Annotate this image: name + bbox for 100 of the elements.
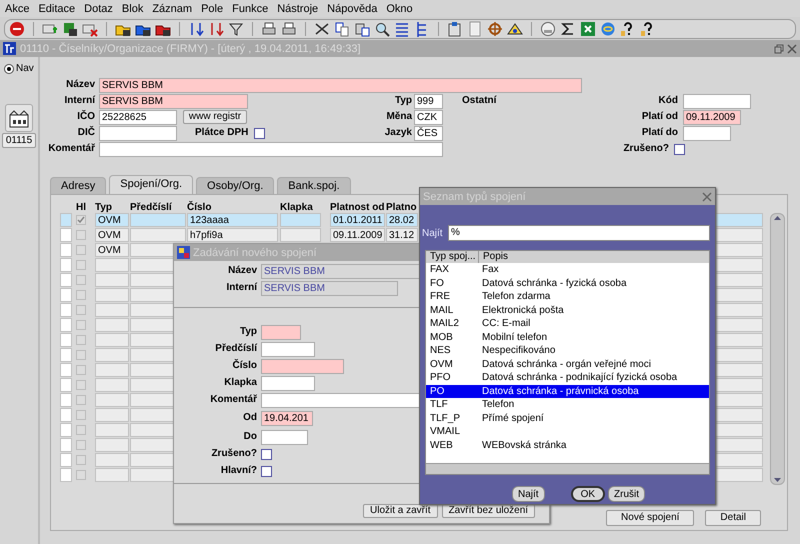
menu-item[interactable]: Nástroje (277, 2, 318, 14)
row-selector[interactable] (60, 393, 72, 407)
row-selector[interactable] (60, 273, 72, 287)
list-row[interactable]: FO Datová schránka - fyzická osoba (426, 276, 709, 290)
menu-item[interactable]: Pole (201, 2, 224, 14)
close-icon[interactable] (787, 44, 797, 54)
triangle-icon[interactable] (507, 21, 523, 37)
row-selector[interactable] (60, 303, 72, 317)
checkbox[interactable] (76, 260, 86, 270)
row-selector[interactable] (60, 438, 72, 452)
menu-item[interactable]: Blok (122, 2, 144, 14)
row-selector[interactable] (60, 378, 72, 392)
text-field[interactable] (99, 126, 177, 141)
row-selector[interactable] (60, 243, 72, 257)
text-field[interactable]: SERVIS BBM (99, 78, 582, 93)
list-row[interactable]: NES Nespecifikováno (426, 344, 709, 358)
checkbox[interactable] (76, 290, 86, 300)
search-field[interactable]: % (448, 225, 710, 241)
paste-icon[interactable] (354, 21, 370, 37)
checkbox[interactable] (76, 215, 86, 225)
menu-item[interactable]: Editace (38, 2, 76, 14)
text-field[interactable] (261, 376, 315, 391)
menu-item[interactable]: Nápověda (327, 2, 378, 14)
checkbox[interactable] (76, 470, 86, 480)
list-row[interactable]: PFO Datová schránka - podnikající fyzická osoba (426, 371, 709, 384)
text-field[interactable]: 19.04.201 (261, 411, 313, 426)
row-selector[interactable] (60, 318, 72, 332)
checkbox[interactable] (76, 245, 86, 255)
menu-item[interactable]: Záznam (152, 2, 192, 14)
checkbox[interactable] (76, 410, 86, 420)
tab[interactable]: Bank.spoj. (277, 177, 351, 194)
list-row[interactable]: PO Datová schránka - právnická osoba (426, 384, 709, 398)
checkbox[interactable] (261, 449, 272, 460)
dialog-button[interactable]: Zrušit (608, 486, 646, 502)
checkbox[interactable] (76, 230, 86, 240)
checkbox[interactable] (254, 128, 266, 139)
scrollbar[interactable] (426, 463, 709, 474)
checkbox[interactable] (76, 455, 86, 465)
menu-item[interactable]: Okno (386, 2, 413, 14)
row-selector[interactable] (60, 288, 72, 302)
sum-icon[interactable] (560, 21, 576, 37)
text-field[interactable] (261, 342, 315, 357)
list-row[interactable]: OVM Datová schránka - orgán veřejné moci (426, 358, 709, 371)
list-icon[interactable] (394, 21, 410, 37)
checkbox[interactable] (674, 144, 685, 155)
list-row[interactable]: TLF Telefon (426, 398, 709, 412)
page-icon[interactable] (467, 21, 483, 37)
exit-icon[interactable] (9, 21, 25, 37)
checkbox[interactable] (76, 425, 86, 435)
scroll-up-icon[interactable] (773, 214, 782, 223)
tab[interactable]: Spojení/Org. (109, 175, 194, 194)
checkbox[interactable] (76, 305, 86, 315)
list-row[interactable]: MOB Mobilní telefon (426, 330, 709, 344)
checkbox[interactable] (76, 350, 86, 360)
text-field[interactable]: ČES (414, 126, 443, 141)
row-selector[interactable] (60, 453, 72, 467)
text-field[interactable] (261, 325, 301, 340)
dialog-button[interactable]: Najít (512, 486, 545, 502)
row-selector[interactable] (60, 468, 72, 482)
tab[interactable]: Osoby/Org. (196, 177, 274, 194)
close-icon[interactable] (702, 192, 712, 202)
list-row[interactable]: TLF_P Přímé spojení (426, 412, 709, 425)
text-field[interactable]: SERVIS BBM (99, 94, 248, 109)
text-field[interactable]: SERVIS BBM (261, 281, 398, 296)
text-field[interactable]: 999 (414, 94, 443, 109)
printer-icon[interactable] (261, 21, 277, 37)
tab[interactable]: Adresy (50, 177, 106, 194)
menu-item[interactable]: Funkce (232, 2, 268, 14)
list-row[interactable]: MAIL Elektronická pošta (426, 304, 709, 317)
search-icon[interactable] (374, 21, 390, 37)
checkbox[interactable] (76, 380, 86, 390)
row-selector[interactable] (60, 423, 72, 437)
wheel-icon[interactable] (487, 21, 503, 37)
row-selector[interactable] (60, 348, 72, 362)
action-button[interactable]: Detail (705, 510, 761, 526)
text-field[interactable]: CZK (414, 110, 443, 125)
printer-icon[interactable] (281, 21, 297, 37)
text-field[interactable] (99, 142, 443, 157)
checkbox[interactable] (76, 440, 86, 450)
dialog-button[interactable]: Zavřít bez uložení (442, 504, 536, 518)
menu-item[interactable]: Dotaz (84, 2, 113, 14)
list-row[interactable]: MAIL2 CC: E-mail (426, 317, 709, 330)
checkbox[interactable] (76, 395, 86, 405)
list-row[interactable]: WEB WEBovská stránka (426, 438, 709, 452)
row-selector[interactable] (60, 228, 72, 242)
text-field[interactable] (683, 126, 731, 141)
dialog-button[interactable]: Uložit a zavřít (363, 504, 438, 518)
restore-icon[interactable] (774, 44, 784, 54)
filter-icon[interactable] (228, 21, 244, 37)
clipboard-icon[interactable] (447, 21, 463, 37)
scroll-down-icon[interactable] (773, 475, 782, 484)
list-row[interactable]: FRE Telefon zdarma (426, 290, 709, 304)
spreadsheet-icon[interactable] (580, 21, 596, 37)
row-selector[interactable] (60, 258, 72, 272)
calculator-icon[interactable] (540, 21, 556, 37)
building-icon[interactable] (5, 104, 33, 132)
nav-radio[interactable]: Nav (4, 63, 34, 74)
checkbox[interactable] (76, 320, 86, 330)
text-field[interactable] (683, 94, 751, 109)
checkbox[interactable] (261, 466, 272, 477)
